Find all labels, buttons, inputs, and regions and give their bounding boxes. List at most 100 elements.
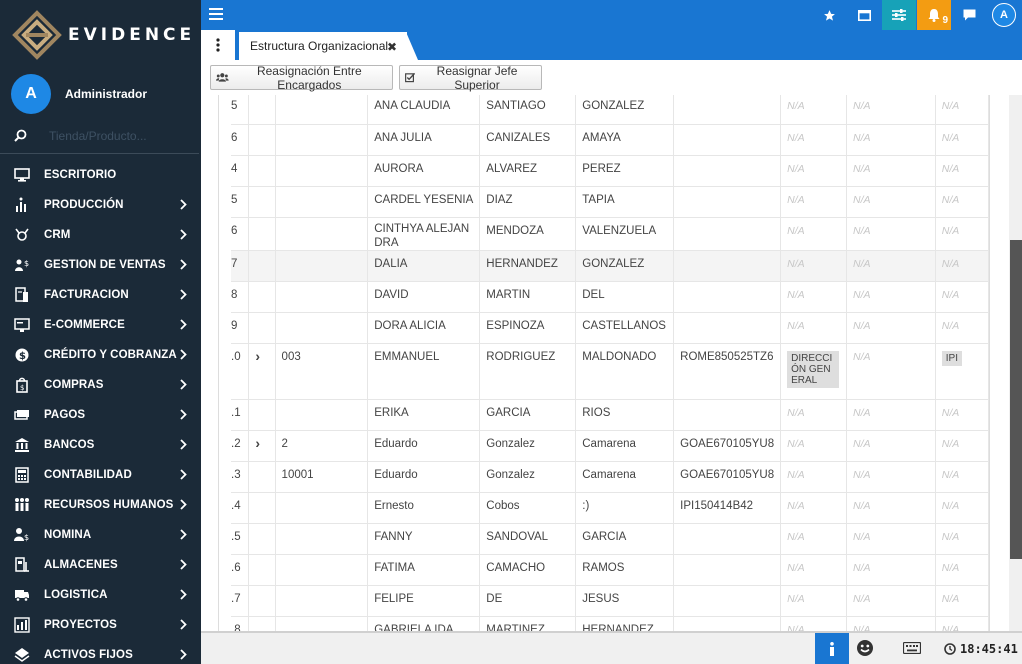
na-cell: N/A [780,492,848,524]
table-row[interactable]: .5 FANNY SANDOVAL GARCIA N/A N/A N/A [231,523,989,555]
table-row[interactable]: 9 DORA ALICIA ESPINOZA CASTELLANOS N/A N/A N/A [231,312,989,344]
favorites-button[interactable] [812,0,846,30]
row-expander-cell [248,523,276,555]
row-index: 6 [231,217,250,251]
sidebar-item-logistica[interactable]: LOGISTICA [0,580,201,610]
sidebar-item-escritorio[interactable]: ESCRITORIO [0,160,201,190]
notifications-button[interactable]: 9 [917,0,951,30]
sidebar-menu: ESCRITORIO PRODUCCIÓN CRM $ GESTION DE VENTA… [0,160,201,664]
table-row[interactable]: 6 ANA JULIA CANIZALES AMAYA N/A N/A N/A [231,124,989,156]
last-name-maternal: :) [575,492,675,524]
row-expander-cell [248,399,276,431]
warehouse-icon [15,557,29,572]
smiley-icon[interactable] [856,639,874,657]
employee-code [275,312,369,344]
employee-code [275,399,369,431]
table-row[interactable]: .8 GABRIELA IDA MARTINEZ HERNANDEZ N/A N/A N/A [231,616,989,631]
sidebar-item-gestion-de-ventas[interactable]: $ GESTION DE VENTAS [0,250,201,280]
payments-icon [14,410,29,420]
settings-button[interactable] [882,0,916,30]
table-row[interactable]: 6 CINTHYA ALEJAN DRA MENDOZA VALENZUELA N/A N… [231,217,989,251]
table-row[interactable]: .6 FATIMA CAMACHO RAMOS N/A N/A N/A [231,554,989,586]
last-name-paternal: Cobos [479,492,577,524]
last-name-maternal: Camarena [575,461,675,493]
row-index: 9 [231,312,250,344]
rfc-code [673,250,782,282]
info-button[interactable] [815,633,849,664]
table-row[interactable]: .4 Ernesto Cobos:) IPI150414B42 N/A N/A N/A [231,492,989,524]
last-name-paternal: MARTIN [479,281,577,313]
sidebar-item-label: COMPRAS [44,379,104,391]
sidebar-item-credito-y-cobranza[interactable]: $ CRÉDITO Y COBRANZA [0,340,201,370]
purchases-icon: $ [16,377,28,393]
tag-chip: IPI [941,350,962,366]
sidebar-item-label: ACTIVOS FIJOS [44,649,133,661]
sidebar-item-produccion[interactable]: PRODUCCIÓN [0,190,201,220]
table-row[interactable]: .7 FELIPE DE JESUS N/A N/A N/A [231,585,989,617]
table-row[interactable]: 5 ANA CLAUDIA SANTIAGO GONZALEZ N/A N/A N/A [231,95,989,125]
sidebar-item-compras[interactable]: $ COMPRAS [0,370,201,400]
payroll-icon: $ [14,528,29,542]
clock-time: 18:45:41 [960,642,1018,656]
sidebar-item-nomina[interactable]: $ NOMINA [0,520,201,550]
na-cell: N/A [780,523,848,555]
keyboard-icon[interactable] [903,642,921,654]
last-name-paternal: SANTIAGO [479,95,577,125]
checkbox-edit-icon [405,72,416,83]
table-row[interactable]: 8 DAVID MARTIN DEL N/A N/A N/A [231,281,989,313]
tab-estructura-organizacional[interactable]: Estructura Organizacional ✖ [239,32,407,60]
table-row[interactable]: .0 › 003 EMMANUEL RODRIGUEZ MALDONADO ROME8505… [231,343,989,400]
reassign-boss-button[interactable]: Reasignar Jefe Superior [399,64,542,92]
employee-code [275,523,369,555]
last-name-paternal: GARCIA [479,399,577,431]
sidebar-item-label: ESCRITORIO [44,169,117,181]
table-row[interactable]: .2 › 2 Eduardo Gonzalez Camarena GOAE670105YU8… [231,430,989,462]
user-menu-button[interactable]: A [987,0,1021,30]
bell-icon [928,9,940,22]
table-row[interactable]: .1 ERIKA GARCIA RIOS N/A N/A N/A [231,399,989,431]
sidebar-item-almacenes[interactable]: ALMACENES [0,550,201,580]
window-button[interactable] [847,0,881,30]
scrollbar-thumb[interactable] [1010,240,1022,559]
sidebar-item-activos-fijos[interactable]: ACTIVOS FIJOS [0,640,201,664]
people-icon [15,498,29,511]
first-name: FANNY [367,523,481,555]
chat-icon [963,9,975,21]
sidebar-item-crm[interactable]: CRM [0,220,201,250]
table-row[interactable]: 5 CARDEL YESENIA DIAZ TAPIA N/A N/A N/A [231,186,989,218]
table-row[interactable]: 4 AURORA ALVAREZ PEREZ N/A N/A N/A [231,155,989,187]
sidebar-item-pagos[interactable]: PAGOS [0,400,201,430]
chevron-right-icon[interactable]: › [255,348,260,364]
first-name: EMMANUEL [367,343,481,400]
credit-icon: $ [15,348,29,362]
app-logo[interactable]: EVIDENCE [0,0,201,70]
messages-button[interactable] [952,0,986,30]
sidebar-item-recursos-humanos[interactable]: RECURSOS HUMANOS [0,490,201,520]
chevron-right-icon[interactable]: › [255,435,260,451]
hamburger-menu-icon[interactable] [209,8,223,20]
reassign-managers-button[interactable]: Reasignación Entre Encargados [210,64,393,92]
avatar[interactable]: A [11,74,51,114]
na-cell: N/A [780,95,848,125]
projects-icon [14,617,30,633]
na-cell: N/A [780,217,848,251]
sidebar-item-proyectos[interactable]: PROYECTOS [0,610,201,640]
sidebar-item-label: RECURSOS HUMANOS [44,499,174,511]
search-input[interactable] [49,128,189,143]
na-cell: N/A [935,95,989,125]
sidebar-item-label: GESTION DE VENTAS [44,259,166,271]
na-cell: N/A [935,124,989,156]
sidebar-item-contabilidad[interactable]: CONTABILIDAD [0,460,201,490]
table-row[interactable]: .3 10001 Eduardo Gonzalez Camarena GOAE670105… [231,461,989,493]
sidebar-item-bancos[interactable]: BANCOS [0,430,201,460]
chevron-right-icon [180,289,187,300]
user-profile[interactable]: A Administrador [0,70,201,118]
table-row[interactable]: 7 DALIA HERNANDEZ GONZALEZ N/A N/A N/A [231,250,989,282]
row-index: .1 [231,399,250,431]
tab-menu-button[interactable] [201,30,235,60]
sidebar-item-e-commerce[interactable]: E-COMMERCE [0,310,201,340]
sidebar-item-facturacion[interactable]: FACTURACION [0,280,201,310]
na-cell: N/A [780,124,848,156]
na-cell: N/A [935,585,989,617]
close-icon[interactable]: ✖ [387,40,397,54]
